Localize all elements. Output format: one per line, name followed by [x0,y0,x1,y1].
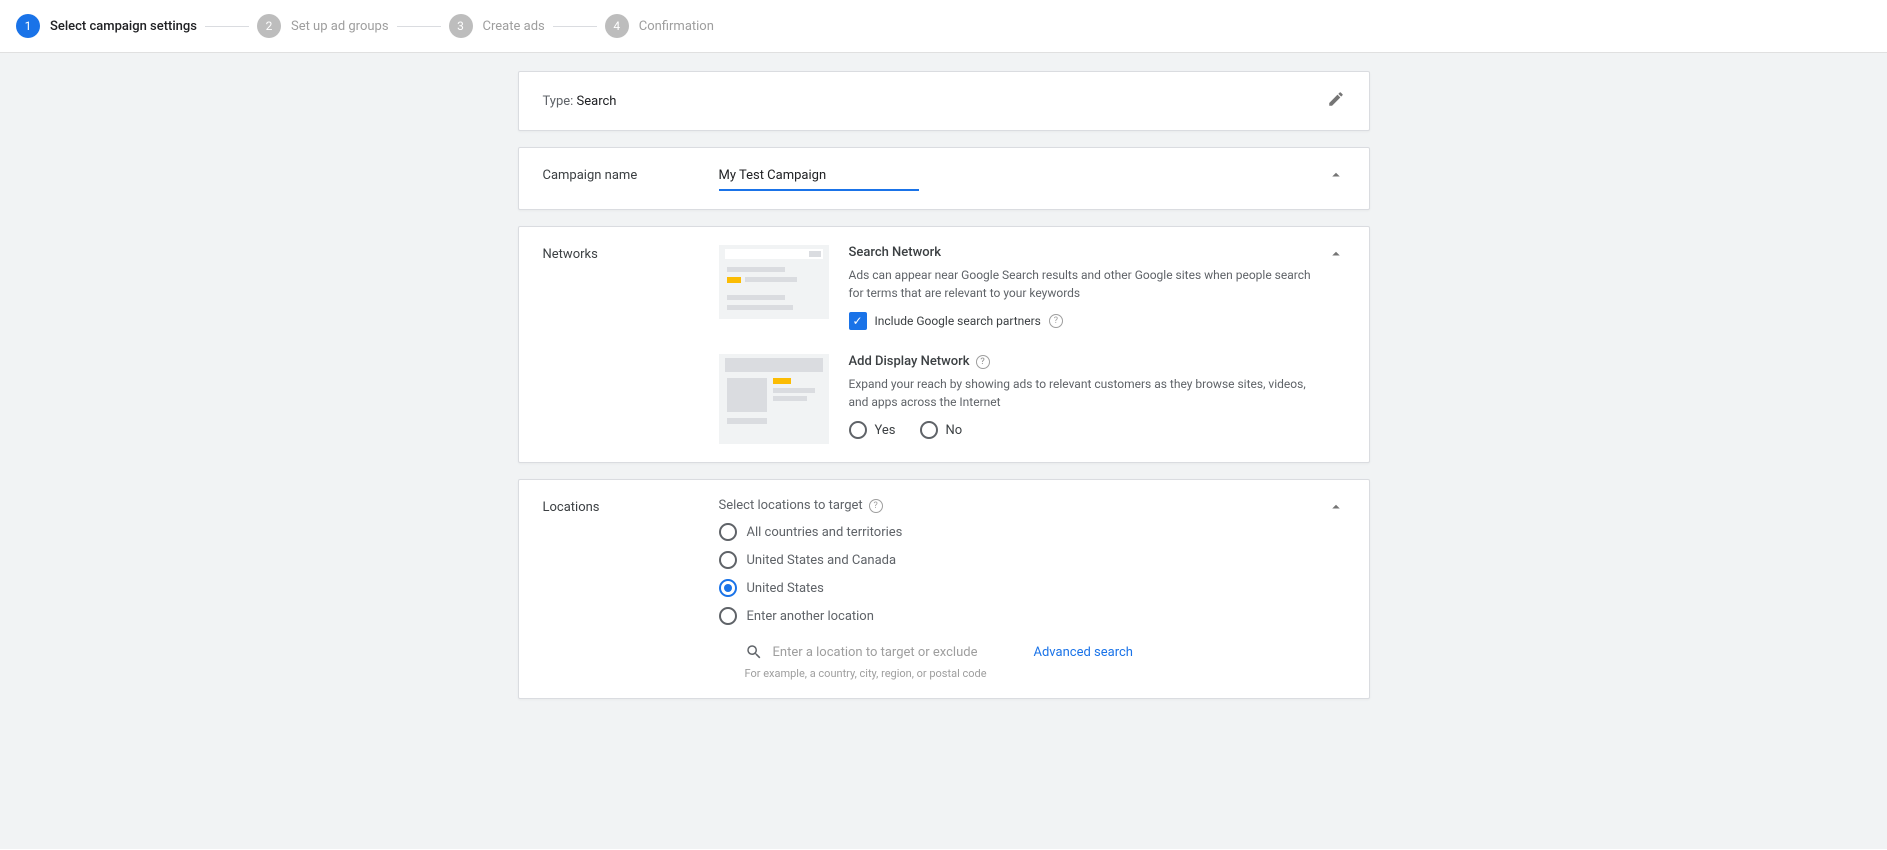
step-number: 2 [257,14,281,38]
networks-card: Networks Search Network Ads can appear n… [518,226,1370,463]
networks-label: Networks [543,245,719,262]
help-icon[interactable]: ? [869,499,883,513]
collapse-icon[interactable] [1327,166,1345,188]
campaign-name-input[interactable] [719,166,919,191]
include-partners-checkbox[interactable]: ✓ [849,312,867,330]
campaign-name-label: Campaign name [543,166,719,183]
step-label: Create ads [483,19,545,34]
step-label: Confirmation [639,19,714,34]
locations-prompt: Select locations to target [719,498,863,513]
display-network-title: Add Display Network [849,354,970,369]
advanced-search-link[interactable]: Advanced search [1034,645,1133,660]
locations-label: Locations [543,498,719,515]
radio-icon [719,579,737,597]
search-network-thumb [719,245,829,319]
help-icon[interactable]: ? [1049,314,1063,328]
display-yes-radio[interactable]: Yes [849,421,896,439]
location-option-label: Enter another location [747,609,874,624]
location-option-label: All countries and territories [747,525,903,540]
search-network-desc: Ads can appear near Google Search result… [849,266,1321,302]
location-option[interactable]: United States and Canada [719,551,1321,569]
step-4[interactable]: 4 Confirmation [605,14,714,38]
type-text: Type: Search [543,94,617,109]
display-network-desc: Expand your reach by showing ads to rele… [849,375,1321,411]
type-card: Type: Search [518,71,1370,131]
collapse-icon[interactable] [1327,498,1345,520]
search-icon [745,643,763,661]
stepper: 1 Select campaign settings 2 Set up ad grou… [0,0,1887,53]
location-hint: For example, a country, city, region, or… [719,667,1321,680]
help-icon[interactable]: ? [976,355,990,369]
display-no-radio[interactable]: No [920,421,963,439]
location-option[interactable]: All countries and territories [719,523,1321,541]
location-option[interactable]: United States [719,579,1321,597]
step-number: 4 [605,14,629,38]
radio-icon [719,551,737,569]
location-option-label: United States [747,581,824,596]
type-prefix: Type: [543,94,577,109]
collapse-icon[interactable] [1327,245,1345,267]
search-network-title: Search Network [849,245,941,260]
step-label: Set up ad groups [291,19,389,34]
location-option-label: United States and Canada [747,553,897,568]
step-3[interactable]: 3 Create ads [449,14,545,38]
location-search-placeholder[interactable]: Enter a location to target or exclude [773,645,978,660]
step-number: 1 [16,14,40,38]
step-1[interactable]: 1 Select campaign settings [16,14,197,38]
page-body: Type: Search Campaign name Networks [0,53,1887,849]
display-network-thumb [719,354,829,444]
step-label: Select campaign settings [50,19,197,34]
campaign-name-card: Campaign name [518,147,1370,210]
locations-card: Locations Select locations to target ? A… [518,479,1370,699]
radio-icon [719,523,737,541]
type-value: Search [577,94,617,109]
display-no-label: No [946,423,963,438]
display-yes-label: Yes [875,423,896,438]
location-option[interactable]: Enter another location [719,607,1321,625]
include-partners-label: Include Google search partners [875,314,1041,328]
radio-icon [719,607,737,625]
edit-icon[interactable] [1327,90,1345,112]
step-2[interactable]: 2 Set up ad groups [257,14,389,38]
step-number: 3 [449,14,473,38]
